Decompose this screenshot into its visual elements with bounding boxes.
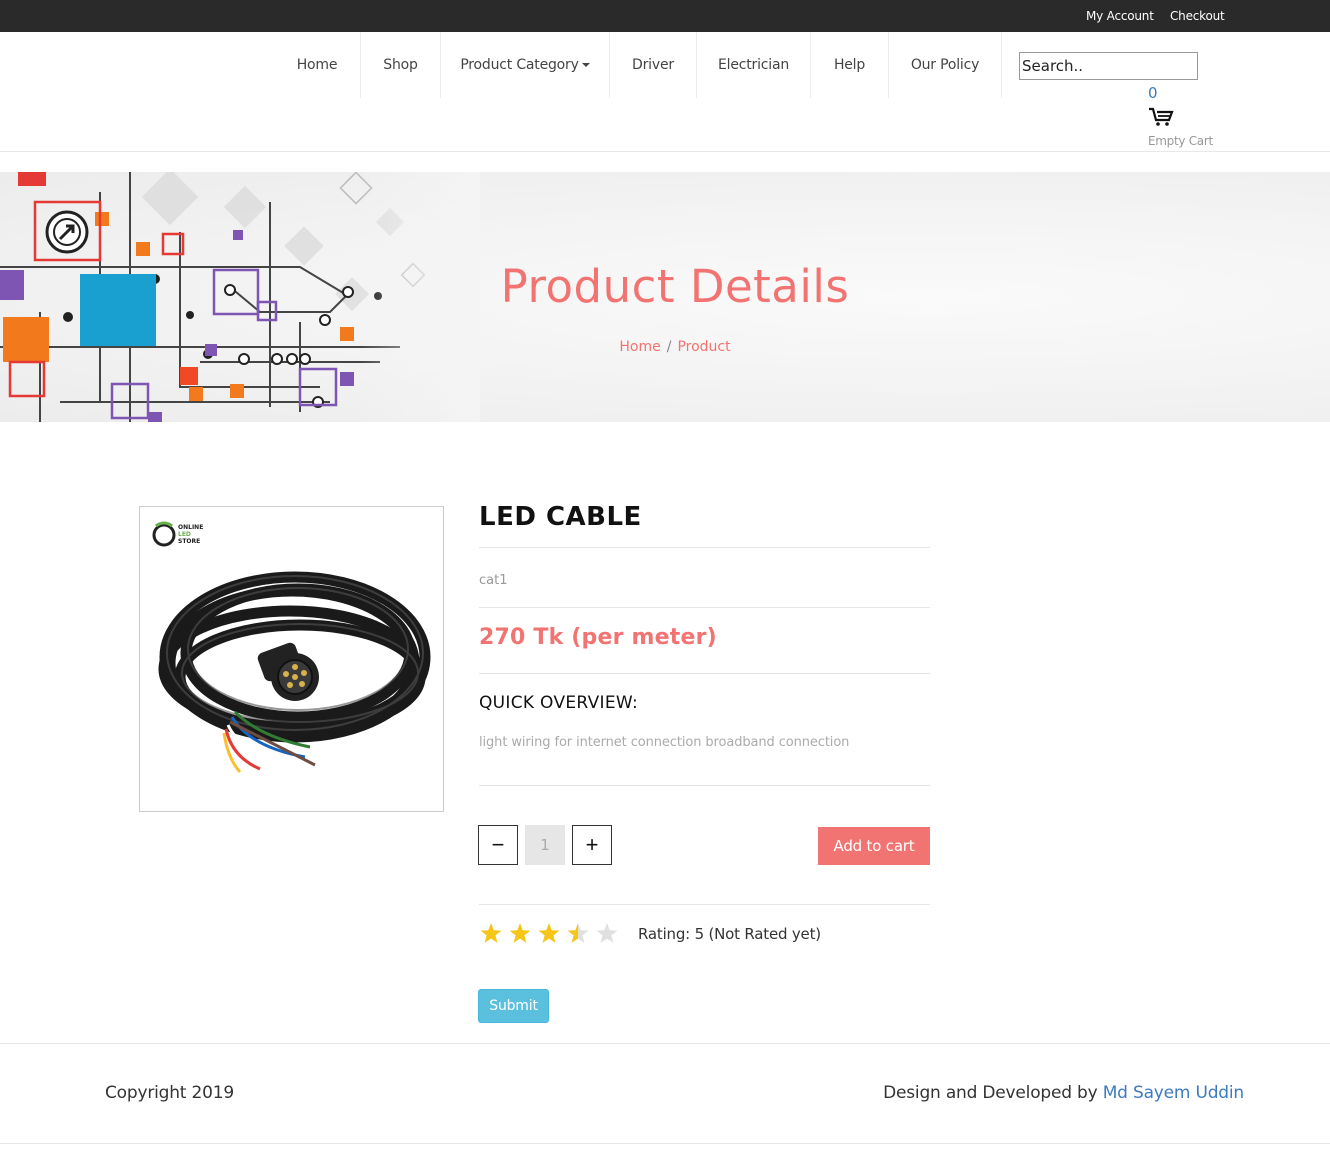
cart-count[interactable]: 0 (1148, 84, 1158, 102)
star-icon[interactable] (596, 923, 618, 943)
quantity-increase-button[interactable]: + (572, 825, 612, 865)
product-title: LED CABLE (479, 502, 642, 532)
credit-prefix: Design and Developed by (883, 1083, 1103, 1103)
checkout-link[interactable]: Checkout (1170, 9, 1225, 23)
my-account-link[interactable]: My Account (1086, 9, 1154, 23)
svg-text:LED: LED (178, 531, 191, 538)
nav-help[interactable]: Help (811, 32, 889, 98)
nav-electrician[interactable]: Electrician (697, 32, 811, 98)
divider (479, 547, 930, 548)
footer-divider (0, 1143, 1330, 1144)
breadcrumb: Home / Product (0, 339, 1330, 355)
breadcrumb-separator: / (666, 339, 672, 355)
caret-down-icon (581, 63, 590, 67)
breadcrumb-home[interactable]: Home (619, 339, 660, 355)
led-cable-image: ONLINE LED STORE (152, 521, 431, 774)
product-price: 270 Tk (per meter) (479, 625, 717, 650)
cart-status-label: Empty Cart (1148, 134, 1213, 148)
top-bar: My Account Checkout (0, 0, 1330, 32)
developer-credit: Design and Developed by Md Sayem Uddin (883, 1083, 1244, 1103)
breadcrumb-product[interactable]: Product (677, 339, 730, 355)
rating-text: Rating: 5 (Not Rated yet) (638, 925, 821, 943)
svg-text:ONLINE: ONLINE (178, 524, 203, 531)
quick-overview-text: light wiring for internet connection bro… (479, 735, 850, 750)
nav-our-policy[interactable]: Our Policy (889, 32, 1002, 98)
add-to-cart-button[interactable]: Add to cart (818, 827, 930, 865)
star-icon[interactable] (538, 923, 560, 943)
page-banner: Product Details Home / Product (0, 172, 1330, 422)
star-icon[interactable] (480, 923, 502, 943)
online-led-store-logo: ONLINE LED STORE (152, 521, 203, 547)
nav-shop[interactable]: Shop (361, 32, 441, 98)
submit-button[interactable]: Submit (478, 989, 549, 1023)
main-nav: Home Shop Product Category Driver Electr… (0, 32, 1330, 152)
shopping-cart-icon[interactable] (1148, 107, 1174, 127)
quick-overview-heading: QUICK OVERVIEW: (479, 693, 639, 713)
nav-product-category-label: Product Category (460, 57, 579, 73)
nav-driver[interactable]: Driver (610, 32, 697, 98)
star-rating[interactable] (479, 920, 629, 946)
footer-divider (0, 1043, 1330, 1044)
divider (479, 607, 930, 608)
star-icon[interactable] (567, 923, 589, 943)
divider (479, 673, 930, 674)
divider (479, 904, 930, 905)
product-category: cat1 (479, 573, 508, 588)
divider (479, 785, 930, 786)
search-input[interactable] (1019, 52, 1198, 80)
copyright-text: Copyright 2019 (105, 1083, 234, 1103)
nav-product-category[interactable]: Product Category (441, 32, 610, 98)
quantity-decrease-button[interactable]: − (478, 825, 518, 865)
quantity-input[interactable] (525, 825, 565, 865)
developer-link[interactable]: Md Sayem Uddin (1103, 1083, 1244, 1103)
page-title: Product Details (500, 260, 850, 313)
svg-text:STORE: STORE (178, 538, 200, 545)
nav-home[interactable]: Home (274, 32, 361, 98)
star-icon[interactable] (509, 923, 531, 943)
product-image[interactable]: ONLINE LED STORE (139, 506, 444, 812)
